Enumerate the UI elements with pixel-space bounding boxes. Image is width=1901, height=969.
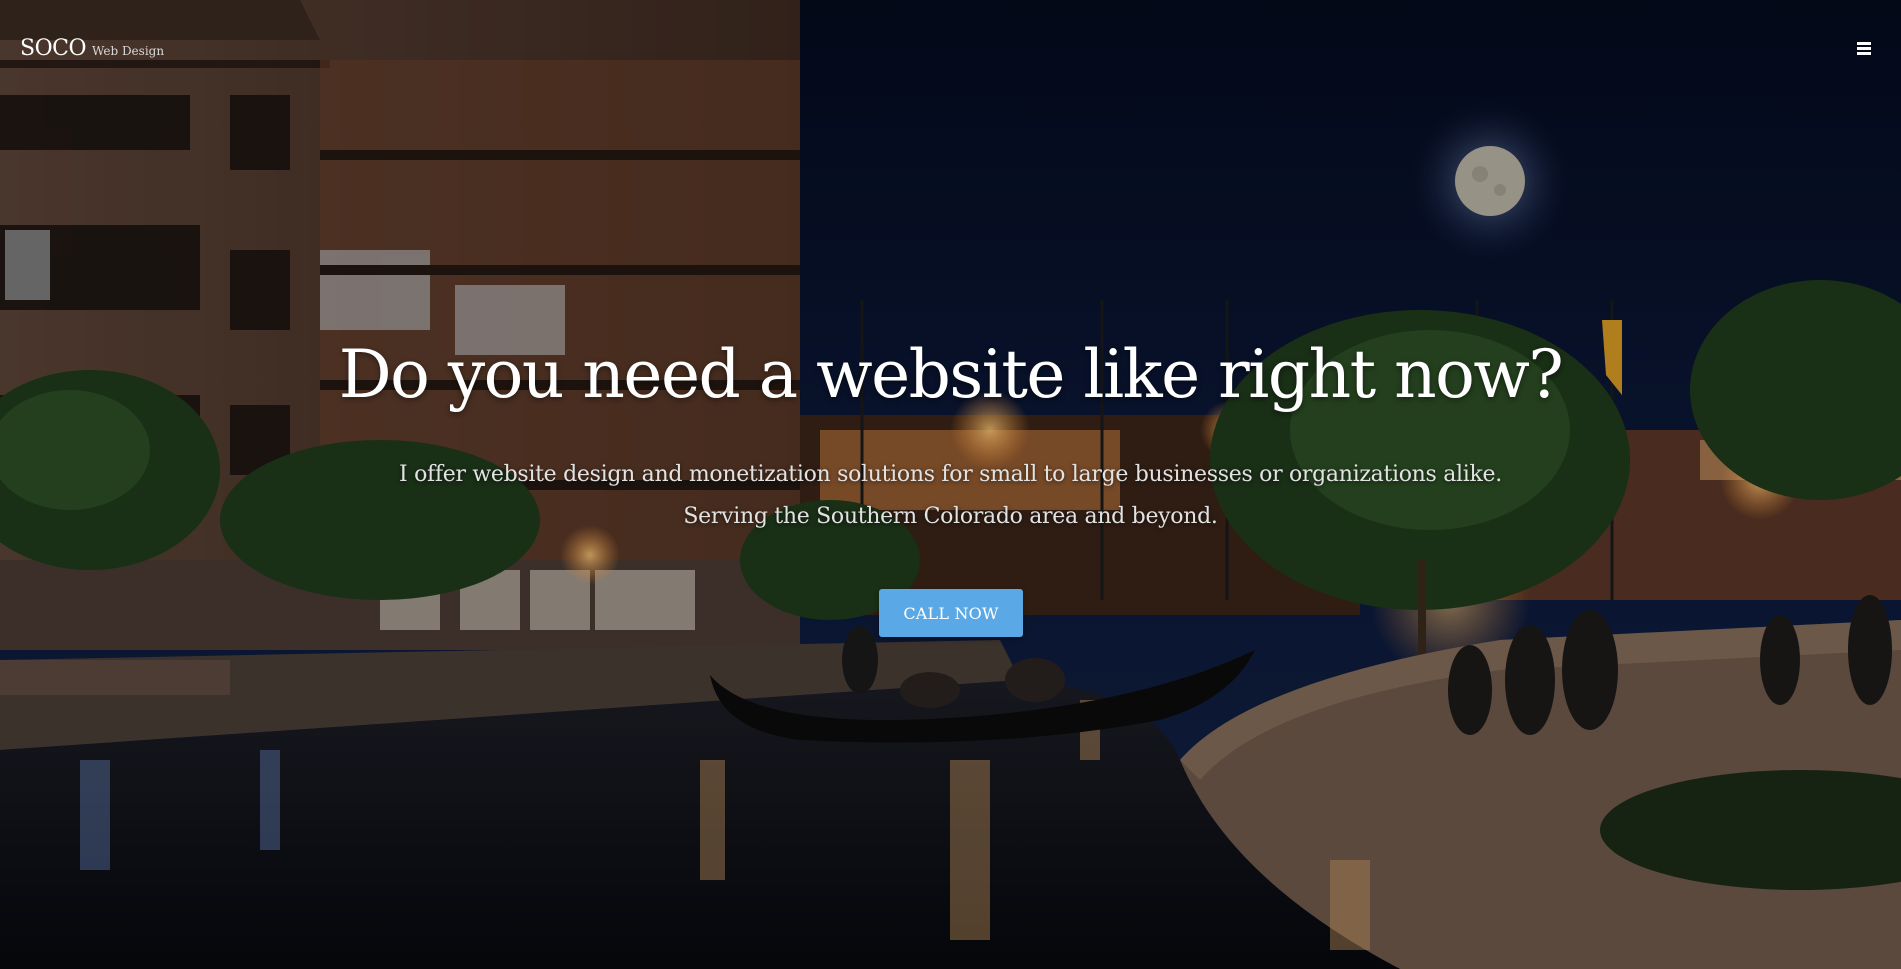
hero-section: SOCO Web Design Do you need a website lik… (0, 0, 1901, 969)
top-navbar: SOCO Web Design (0, 0, 1901, 100)
hero-subtext-line-2: Serving the Southern Colorado area and b… (683, 504, 1218, 529)
call-now-button[interactable]: CALL NOW (879, 589, 1023, 637)
menu-bar-line (1857, 52, 1871, 55)
brand-logo-link[interactable]: SOCO Web Design (20, 36, 164, 61)
hero-subtext: I offer website design and monetization … (0, 454, 1901, 538)
menu-bar-line (1857, 42, 1871, 45)
brand-tagline: Web Design (91, 44, 165, 58)
menu-bar-line (1857, 47, 1871, 50)
hero-headline: Do you need a website like right now? (338, 336, 1564, 413)
hero-subtext-line-1: I offer website design and monetization … (399, 462, 1502, 487)
hamburger-menu-icon[interactable] (1857, 42, 1877, 58)
brand-name: SOCO (20, 36, 86, 61)
